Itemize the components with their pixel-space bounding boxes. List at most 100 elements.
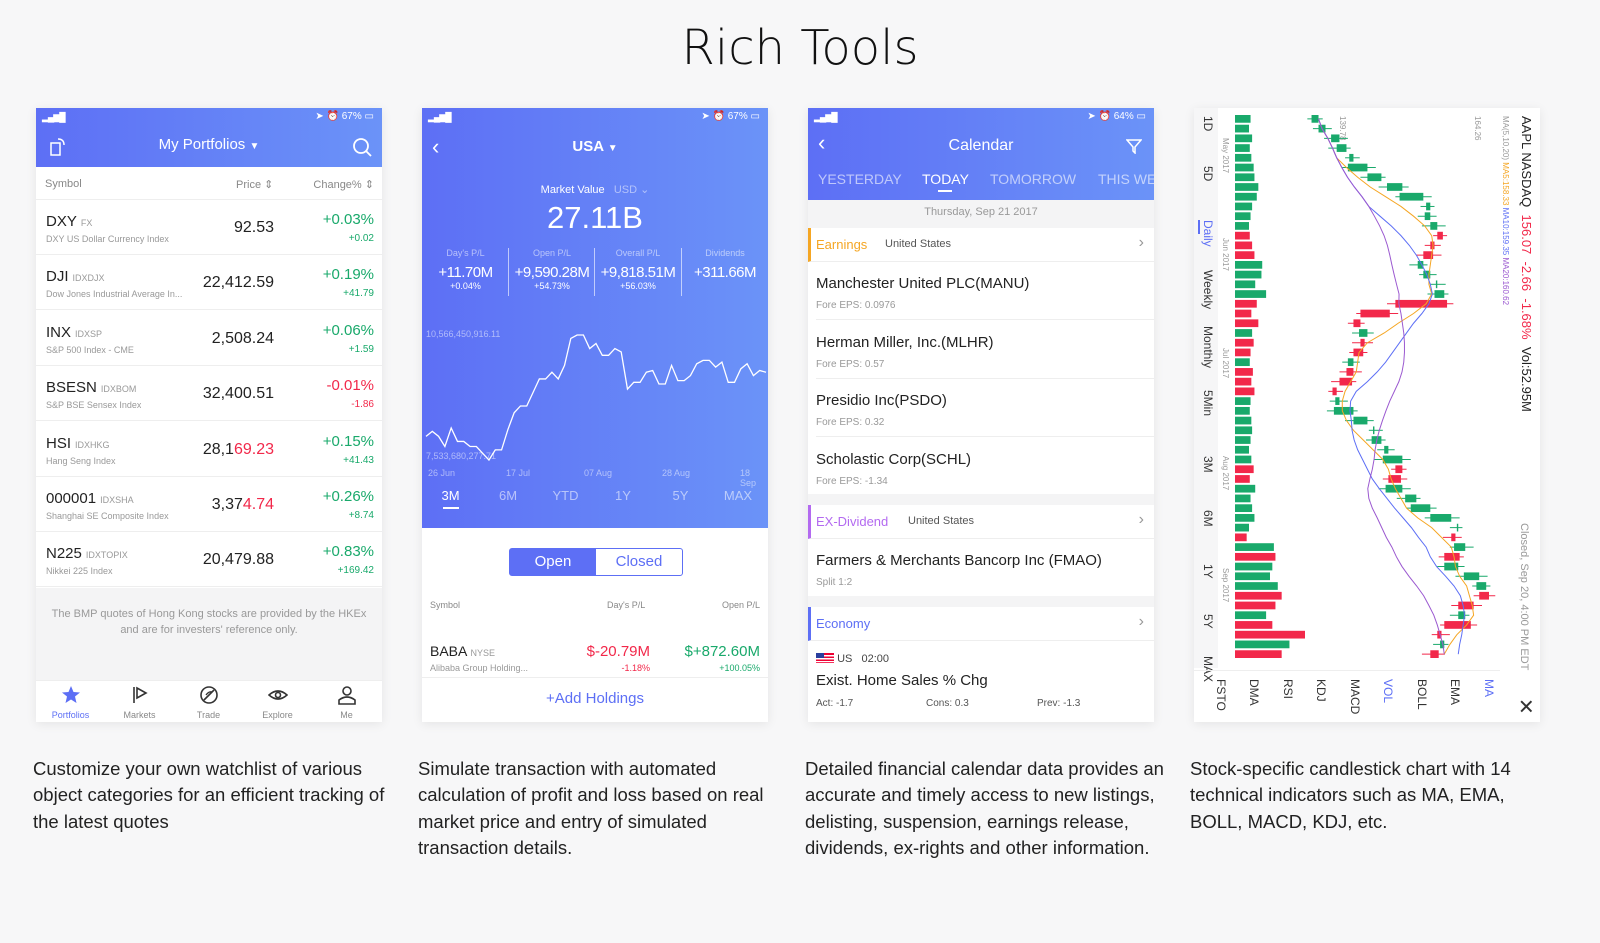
calendar-date: Thursday, Sep 21 2017 xyxy=(924,206,1038,218)
indicator-vol[interactable]: VOL xyxy=(1382,679,1396,703)
indicator-macd[interactable]: MACD xyxy=(1348,679,1362,714)
tab-explore[interactable]: Explore xyxy=(243,681,312,720)
indicator-kdj[interactable]: KDJ xyxy=(1315,679,1329,702)
quote-row[interactable]: BSESN IDXBOM S&P BSE Sensex Index 32,400.… xyxy=(36,366,382,422)
calendar-title: Calendar xyxy=(948,137,1014,154)
tab-markets[interactable]: Markets xyxy=(105,681,174,720)
candle xyxy=(1456,523,1459,532)
volume-bar xyxy=(1235,552,1276,561)
quote-change-pct: +0.15% xyxy=(322,432,374,450)
kline-screen: AAPL NASDAQ 156.07 -2.66 -1.68% Vol:52.9… xyxy=(1194,108,1540,722)
period-monthly[interactable]: Monthly xyxy=(1201,326,1215,368)
volume-bar xyxy=(1235,309,1252,318)
quote-row[interactable]: INX IDXSP S&P 500 Index - CME 2,508.24 +0… xyxy=(36,311,382,366)
volume-bar xyxy=(1234,533,1247,542)
indicator-ma[interactable]: MA xyxy=(1482,679,1496,697)
range-tab-max[interactable]: MAX xyxy=(710,488,767,503)
indicator-fsto[interactable]: FSTO xyxy=(1214,679,1228,711)
add-holdings-button[interactable]: +Add Holdings xyxy=(422,690,768,707)
dividend-section-header[interactable]: EX-Dividend United States › xyxy=(808,505,1154,539)
tab-trade[interactable]: Trade xyxy=(174,681,243,720)
indicator-ema[interactable]: EMA xyxy=(1449,679,1463,705)
period-5min[interactable]: 5Min xyxy=(1201,390,1215,416)
period-3m[interactable]: 3M xyxy=(1201,456,1215,473)
candle xyxy=(1479,591,1489,600)
economy-section-header[interactable]: Economy › xyxy=(808,607,1154,641)
period-1d[interactable]: 1D xyxy=(1201,116,1215,131)
volume-bar xyxy=(1234,543,1274,551)
range-tab-ytd[interactable]: YTD xyxy=(537,488,594,503)
earnings-item[interactable]: Presidio Inc(PSDO) Fore EPS: 0.32 xyxy=(808,379,1154,437)
economy-consensus: Cons: 0.3 xyxy=(926,698,969,709)
economy-meta: US 02:00 xyxy=(816,653,889,665)
quote-exchange: IDXTOPIX xyxy=(85,550,128,561)
earnings-item[interactable]: Herman Miller, Inc.(MLHR) Fore EPS: 0.57 xyxy=(808,321,1154,379)
quote-row[interactable]: N225 IDXTOPIX Nikkei 225 Index 20,479.88 … xyxy=(36,532,382,588)
open-tab[interactable]: Open xyxy=(510,549,596,575)
holding-row[interactable]: BABA NYSE Alibaba Group Holding... $-20.… xyxy=(422,638,768,678)
period-1y[interactable]: 1Y xyxy=(1201,564,1215,579)
economy-event[interactable]: Exist. Home Sales % Chg xyxy=(816,672,988,689)
volume-bar xyxy=(1235,504,1253,513)
candle xyxy=(1405,494,1417,503)
status-icons: ➤ ⏰ xyxy=(1087,111,1114,122)
volume-bar xyxy=(1235,222,1249,230)
period-5d[interactable]: 5D xyxy=(1201,166,1215,181)
indicator-rsi[interactable]: RSI xyxy=(1281,679,1295,699)
period-6m[interactable]: 6M xyxy=(1201,510,1215,527)
range-tab-3m[interactable]: 3M xyxy=(422,488,479,509)
close-icon[interactable]: ✕ xyxy=(1513,698,1538,715)
indicator-dma[interactable]: DMA xyxy=(1248,679,1262,706)
flag-icon xyxy=(132,686,148,703)
range-tab-6m[interactable]: 6M xyxy=(480,488,537,503)
chart-date-label: 18 Sep xyxy=(740,468,757,488)
indicator-boll[interactable]: BOLL xyxy=(1415,679,1429,710)
kline-caption: Stock-specific candlestick chart with 14… xyxy=(1190,758,1511,832)
volume-bar xyxy=(1235,319,1259,328)
dividend-item[interactable]: Farmers & Merchants Bancorp Inc (FMAO) S… xyxy=(808,539,1154,597)
search-icon[interactable] xyxy=(352,137,372,157)
range-tab-1y[interactable]: 1Y xyxy=(595,488,652,503)
calendar-tab-3[interactable]: THIS WEEK xyxy=(1098,171,1154,187)
earnings-item[interactable]: Manchester United PLC(MANU) Fore EPS: 0.0… xyxy=(808,262,1154,320)
calendar-tab-1[interactable]: TODAY xyxy=(922,171,969,192)
period-5y[interactable]: 5Y xyxy=(1201,614,1215,629)
disclaimer: The BMP quotes of Hong Kong stocks are p… xyxy=(36,588,382,680)
currency-selector[interactable]: USD ⌄ xyxy=(614,184,650,196)
star-icon xyxy=(61,686,80,703)
volume-bar xyxy=(1235,134,1253,143)
candle xyxy=(1353,319,1361,328)
period-daily[interactable]: Daily xyxy=(1198,220,1215,247)
quote-row[interactable]: DXY FX DXY US Dollar Currency Index 92.53… xyxy=(36,200,382,255)
col-price[interactable]: Price ⇕ xyxy=(236,178,273,191)
market-selector[interactable]: USA ▼ xyxy=(422,138,768,155)
volume-bar xyxy=(1235,640,1290,649)
holding-symbol: BABA xyxy=(430,643,467,659)
tab-me[interactable]: Me xyxy=(312,681,381,720)
volume-bar xyxy=(1235,377,1252,386)
tab-portfolios[interactable]: Portfolios xyxy=(36,681,105,720)
calendar-tab-2[interactable]: TOMORROW xyxy=(990,171,1076,187)
us-flag-icon xyxy=(816,653,834,663)
quote-exchange: IDXHKG xyxy=(75,439,110,450)
quote-row[interactable]: 000001 IDXSHA Shanghai SE Composite Index… xyxy=(36,477,382,532)
market-value: 27.11B xyxy=(547,200,643,235)
closed-tab[interactable]: Closed xyxy=(596,549,682,575)
quote-desc: DXY US Dollar Currency Index xyxy=(46,234,169,244)
battery-level: 67% xyxy=(341,111,362,122)
portfolio-selector[interactable]: My Portfolios ▼ xyxy=(36,136,382,153)
quote-price: 20,479.88 xyxy=(202,551,274,569)
col-change[interactable]: Change% ⇕ xyxy=(313,178,374,191)
earnings-item[interactable]: Scholastic Corp(SCHL) Fore EPS: -1.34 xyxy=(808,438,1154,496)
quote-row[interactable]: HSI IDXHKG Hang Seng Index 28,169.23 +0.1… xyxy=(36,422,382,477)
quote-row[interactable]: DJI IDXDJX Dow Jones Industrial Average I… xyxy=(36,255,382,311)
col-symbol: Symbol xyxy=(430,600,461,610)
earnings-section-header[interactable]: Earnings United States › xyxy=(808,228,1154,262)
quote-price: 92.53 xyxy=(233,219,274,236)
period-weekly[interactable]: Weekly xyxy=(1201,270,1215,309)
volume-bar xyxy=(1235,445,1249,454)
calendar-tab-0[interactable]: YESTERDAY xyxy=(818,171,902,187)
filter-icon[interactable] xyxy=(1126,138,1142,154)
col-symbol[interactable]: Symbol xyxy=(45,178,82,190)
range-tab-5y[interactable]: 5Y xyxy=(652,488,709,503)
